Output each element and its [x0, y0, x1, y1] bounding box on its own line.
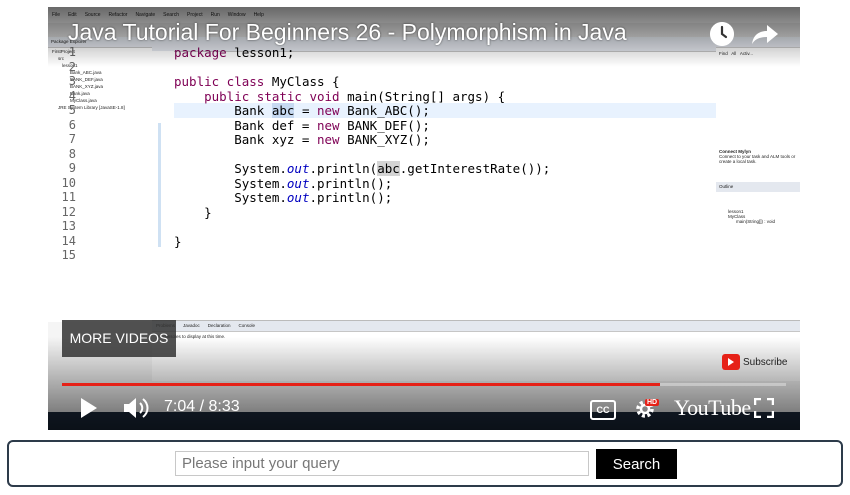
progress-fill — [62, 383, 661, 386]
code-line: System.out.println(abc.getInterestRate()… — [174, 161, 551, 176]
code-line: Bank def = new BANK_DEF(); — [174, 117, 430, 133]
subscribe-label: Subscribe — [743, 356, 788, 368]
line-number: 10 — [61, 175, 76, 190]
subscribe-button[interactable]: Subscribe — [722, 353, 787, 371]
code-line: } — [174, 233, 182, 249]
youtube-logo[interactable]: YouTube — [674, 395, 751, 421]
more-videos-button[interactable]: MORE VIDEOS — [62, 320, 176, 357]
line-number: 15 — [61, 248, 76, 262]
video-player[interactable]: FileEditSourceRefactorNavigateSearchProj… — [48, 7, 800, 430]
bottom-tab: Console — [238, 323, 256, 328]
code-line: Bank xyz = new BANK_XYZ(); — [174, 132, 430, 147]
line-number: 8 — [68, 146, 76, 161]
line-number: 13 — [61, 219, 76, 233]
youtube-logo-icon — [722, 354, 740, 370]
code-line: } — [174, 204, 212, 220]
watch-later-icon[interactable] — [710, 22, 734, 46]
line-number: 14 — [61, 233, 76, 248]
query-bar: Search — [7, 440, 843, 487]
bottom-tab: Javadoc — [183, 323, 200, 328]
line-number: 9 — [68, 161, 76, 175]
fullscreen-icon[interactable] — [754, 398, 774, 418]
line-number: 4 — [68, 88, 76, 103]
hd-badge: HD — [645, 399, 660, 406]
code-line: System.out.println(); — [174, 175, 393, 191]
line-numbers: 123456789101112131415 — [56, 45, 76, 263]
code-line: public static void main(String[] args) { — [204, 88, 506, 104]
line-number: 6 — [68, 117, 76, 132]
line-number: 5 — [68, 103, 76, 117]
line-number: 7 — [68, 132, 76, 146]
line-number: 11 — [61, 190, 76, 204]
line-number: 3 — [68, 74, 76, 88]
time-display: 7:04 / 8:33 — [164, 398, 240, 415]
share-icon[interactable] — [750, 23, 780, 45]
progress-bar[interactable] — [62, 383, 786, 386]
search-button[interactable]: Search — [596, 449, 677, 479]
captions-button[interactable]: CC — [590, 400, 616, 420]
code-line: System.out.println(); — [174, 190, 393, 205]
volume-icon[interactable] — [122, 395, 150, 421]
bottom-tab: Declaration — [207, 323, 231, 328]
code-line: Bank abc = new Bank_ABC(); — [174, 103, 430, 118]
line-number: 12 — [61, 204, 76, 219]
video-title[interactable]: Java Tutorial For Beginners 26 - Polymor… — [68, 19, 627, 46]
play-icon[interactable] — [78, 395, 100, 421]
code-content: package lesson1; public class MyClass { … — [174, 45, 550, 263]
right-panel: Find All Activ... Connect Mylyn Connect … — [716, 37, 800, 322]
query-input[interactable] — [175, 451, 589, 476]
code-line: public class MyClass { — [174, 74, 340, 89]
